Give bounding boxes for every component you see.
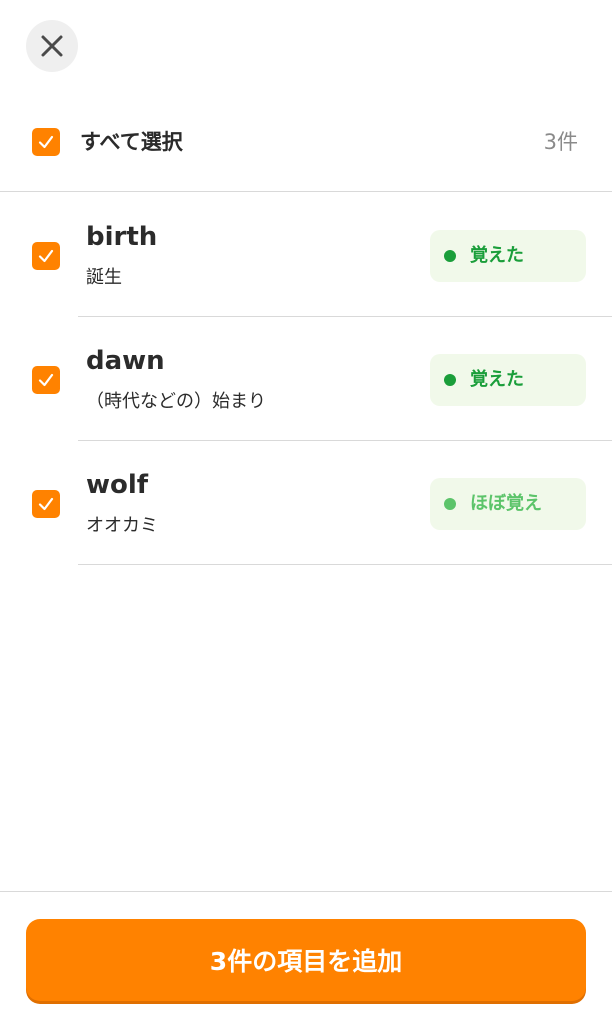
word-meaning: （時代などの）始まり: [86, 391, 266, 412]
item-checkbox[interactable]: [32, 366, 60, 394]
close-icon: [41, 35, 63, 57]
divider: [78, 564, 612, 565]
close-button[interactable]: [26, 20, 78, 72]
word-meaning: 誕生: [86, 267, 122, 288]
word-term: wolf: [86, 470, 149, 500]
select-all-label: すべて選択: [80, 130, 183, 154]
status-dot: [444, 498, 456, 510]
item-checkbox[interactable]: [32, 242, 60, 270]
item-checkbox[interactable]: [32, 490, 60, 518]
checkmark-icon: [38, 135, 54, 149]
word-list: birth 誕生 覚えた dawn （時代などの）始まり 覚えた wolf オオ…: [0, 193, 612, 565]
status-text: ほぼ覚え: [470, 493, 542, 514]
checkmark-icon: [38, 249, 54, 263]
checkmark-icon: [38, 373, 54, 387]
status-badge: ほぼ覚え: [430, 478, 586, 530]
selected-count: 3件: [543, 130, 578, 154]
word-term: birth: [86, 222, 158, 252]
bottom-bar: 3件の項目を追加: [0, 891, 612, 1024]
word-meaning: オオカミ: [86, 515, 158, 536]
add-items-button[interactable]: 3件の項目を追加: [26, 919, 586, 1001]
status-dot: [444, 250, 456, 262]
select-all-checkbox[interactable]: [32, 128, 60, 156]
status-text: 覚えた: [470, 245, 524, 266]
checkmark-icon: [38, 497, 54, 511]
select-all-row[interactable]: すべて選択 3件: [0, 96, 612, 192]
status-badge: 覚えた: [430, 230, 586, 282]
status-text: 覚えた: [470, 369, 524, 390]
list-item[interactable]: dawn （時代などの）始まり 覚えた: [0, 317, 612, 441]
status-badge: 覚えた: [430, 354, 586, 406]
word-term: dawn: [86, 346, 165, 376]
status-dot: [444, 374, 456, 386]
list-item[interactable]: birth 誕生 覚えた: [0, 193, 612, 317]
list-item[interactable]: wolf オオカミ ほぼ覚え: [0, 441, 612, 565]
